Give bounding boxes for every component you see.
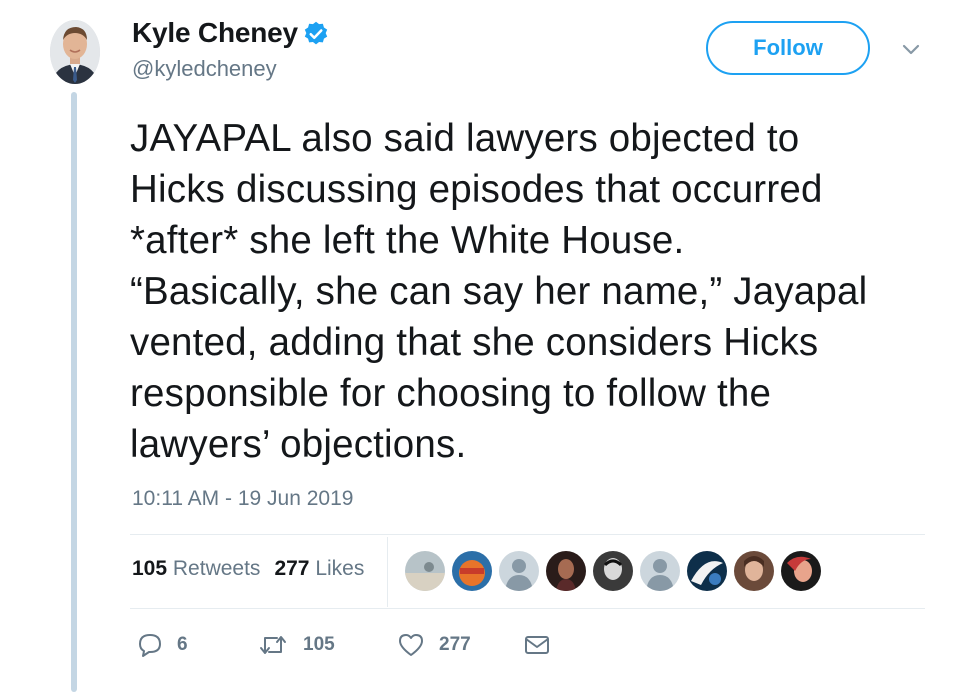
likes-stat[interactable]: 277 Likes [274,557,364,581]
liker-avatar[interactable] [451,550,493,592]
liker-avatar[interactable] [780,550,822,592]
retweet-button[interactable]: 105 [257,632,397,658]
divider [130,608,925,609]
author-handle[interactable]: @kyledcheney [132,56,277,82]
verified-badge-icon [304,21,328,45]
likes-count: 277 [274,557,310,580]
tweet-actions: 6 105 277 [137,632,551,658]
avatar-image [50,20,100,84]
tweet-text: JAYAPAL also said lawyers objected to Hi… [130,117,868,466]
direct-message-button[interactable] [523,632,551,658]
retweet-icon [260,636,286,654]
tweet-stats: 105 Retweets 277 Likes [132,557,364,581]
reply-count: 6 [177,634,188,655]
retweet-count: 105 [303,634,335,655]
retweets-count: 105 [132,557,168,580]
retweets-stat[interactable]: 105 Retweets [132,557,260,581]
liker-avatar[interactable] [545,550,587,592]
liker-avatar[interactable] [592,550,634,592]
retweets-label: Retweets [172,557,261,580]
tweet-timestamp[interactable]: 10:11 AM - 19 Jun 2019 [132,487,353,511]
avatar[interactable] [50,20,100,84]
chevron-down-icon[interactable] [898,40,924,60]
liker-avatar[interactable] [686,550,728,592]
liker-avatar[interactable] [498,550,540,592]
reply-button[interactable]: 6 [137,632,257,658]
stats-separator [387,537,388,607]
like-button[interactable]: 277 [397,632,523,658]
likes-label: Likes [315,557,365,580]
thread-line [71,92,77,692]
heart-icon [399,634,423,656]
envelope-icon [525,636,549,654]
liker-avatar[interactable] [639,550,681,592]
follow-button[interactable]: Follow [706,21,870,75]
liker-avatars [404,550,822,592]
reply-icon [139,634,161,657]
liker-avatar[interactable] [733,550,775,592]
divider [130,534,925,535]
liker-avatar[interactable] [404,550,446,592]
like-count: 277 [439,634,471,655]
author-name[interactable]: Kyle Cheney [132,17,298,49]
